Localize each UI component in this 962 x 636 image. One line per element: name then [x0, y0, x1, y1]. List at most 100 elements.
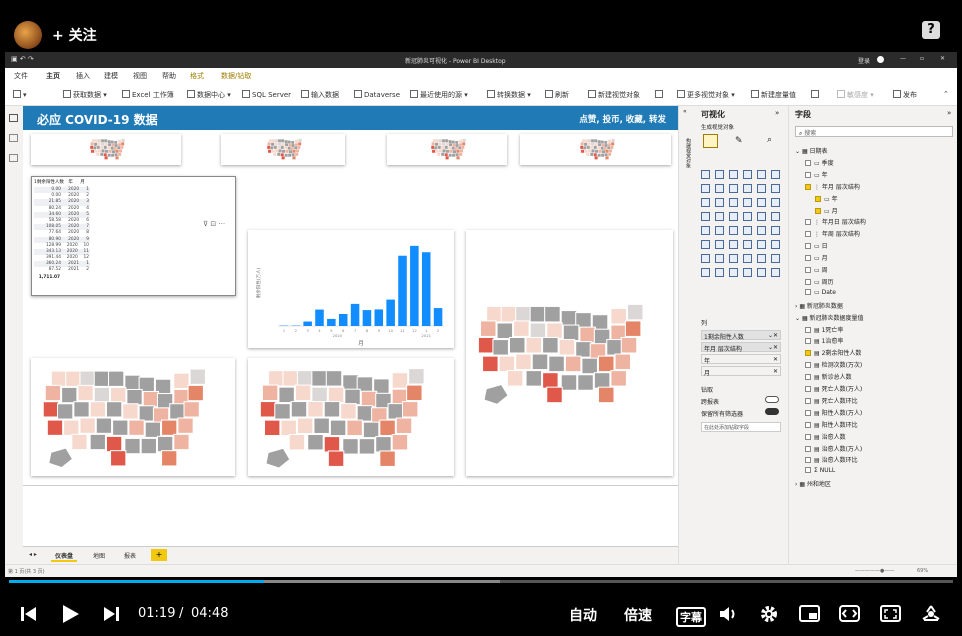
state-region[interactable] [408, 368, 425, 385]
state-region[interactable] [525, 336, 543, 354]
data-view-icon[interactable] [9, 134, 18, 142]
tab-map[interactable]: 地图 [93, 551, 105, 560]
new-measure-button[interactable]: 新建度量值 [751, 90, 796, 100]
data-hub-button[interactable]: 数据中心 ▾ [187, 90, 231, 100]
state-region[interactable] [560, 374, 578, 391]
state-region[interactable] [44, 384, 62, 402]
state-region[interactable] [548, 355, 565, 373]
state-region[interactable] [307, 433, 324, 451]
state-region[interactable] [606, 339, 623, 356]
state-region[interactable] [263, 419, 281, 437]
add-page-button[interactable]: + [151, 549, 167, 561]
state-region[interactable] [395, 417, 413, 434]
field-item[interactable]: ▭ 年 [815, 194, 838, 203]
state-region[interactable] [128, 419, 145, 436]
field-checkbox[interactable] [805, 350, 811, 357]
column-well-measure[interactable]: 1剩余阳性人数 ⌄✕ [701, 330, 781, 341]
state-region[interactable] [387, 403, 405, 420]
field-checkbox[interactable] [805, 288, 811, 295]
visual-type-icon[interactable] [757, 254, 766, 263]
menu-insert[interactable]: 插入 [76, 71, 90, 81]
collapse-pane-icon[interactable]: « [683, 108, 687, 115]
visual-type-icon[interactable] [757, 170, 766, 179]
state-region[interactable] [323, 401, 341, 418]
keep-filters-toggle[interactable] [765, 408, 779, 415]
state-region[interactable] [597, 355, 615, 373]
visual-type-icon[interactable] [701, 240, 710, 249]
state-region[interactable] [401, 401, 419, 418]
state-region[interactable] [379, 450, 396, 467]
field-checkbox[interactable] [815, 195, 821, 202]
state-region[interactable] [282, 370, 299, 387]
bar[interactable] [386, 299, 395, 326]
bar[interactable] [374, 309, 384, 326]
state-region[interactable] [280, 419, 297, 437]
bar[interactable] [327, 318, 336, 326]
field-checkbox[interactable] [805, 409, 811, 416]
state-region[interactable] [161, 450, 178, 467]
format-paint-icon[interactable]: ✎ [735, 136, 743, 146]
state-region[interactable] [105, 435, 123, 453]
field-table-item[interactable]: ⌄ ▦ 日期表 [795, 146, 828, 155]
visual-type-icon[interactable] [701, 184, 710, 193]
visual-type-icon[interactable] [771, 240, 780, 249]
menu-view[interactable]: 视图 [133, 71, 147, 81]
state-region[interactable] [61, 386, 78, 404]
visual-type-icon[interactable] [701, 198, 710, 207]
state-region[interactable] [564, 355, 582, 373]
visual-type-icon[interactable] [757, 212, 766, 221]
field-checkbox[interactable] [805, 338, 811, 345]
subtitle-button[interactable]: 字幕 [676, 607, 706, 627]
visual-type-icon[interactable] [743, 226, 752, 235]
state-region[interactable] [290, 401, 308, 418]
visual-type-icon[interactable] [771, 226, 780, 235]
visual-type-icon[interactable] [757, 198, 766, 207]
state-region[interactable] [597, 386, 615, 404]
visual-type-icon[interactable] [715, 240, 724, 249]
volume-icon[interactable] [719, 605, 739, 623]
state-region[interactable] [93, 386, 111, 404]
field-item[interactable]: ▤ 死亡人数(万人) [805, 384, 862, 393]
state-region[interactable] [391, 372, 409, 389]
state-region[interactable] [288, 433, 306, 451]
table-row[interactable]: 87.52 2021 2 [34, 267, 90, 274]
field-item[interactable]: ▭ 月 [815, 206, 838, 215]
state-region[interactable] [124, 437, 141, 455]
state-region[interactable] [294, 384, 312, 402]
visual-type-icon[interactable] [715, 184, 724, 193]
field-checkbox[interactable] [805, 374, 811, 381]
close-button[interactable]: ✕ [940, 55, 945, 62]
alaska-region[interactable] [484, 385, 508, 404]
state-region[interactable] [327, 450, 345, 467]
state-region[interactable] [71, 433, 88, 451]
state-region[interactable] [311, 370, 328, 387]
visual-type-icon[interactable] [743, 198, 752, 207]
visual-type-icon[interactable] [771, 268, 780, 277]
field-checkbox[interactable] [805, 231, 811, 238]
field-table-item[interactable]: ⌄ ▦ 新冠肺炎数据度量值 [795, 313, 864, 322]
state-region[interactable] [296, 417, 314, 434]
state-region[interactable] [46, 419, 64, 436]
state-region[interactable] [122, 403, 139, 420]
state-region[interactable] [546, 322, 563, 340]
state-region[interactable] [307, 401, 324, 418]
state-region[interactable] [560, 310, 578, 327]
state-region[interactable] [344, 388, 361, 406]
field-checkbox[interactable] [815, 207, 821, 214]
visual-type-icon[interactable] [729, 240, 738, 249]
visual-type-icon[interactable] [771, 212, 780, 221]
state-region[interactable] [486, 305, 503, 323]
state-region[interactable] [161, 419, 178, 436]
menu-format[interactable]: 格式 [190, 71, 204, 81]
state-region[interactable] [95, 417, 113, 434]
widescreen-icon[interactable] [839, 605, 861, 623]
field-item[interactable]: ▤ 新诊总人数 [805, 372, 852, 381]
build-visual-tab[interactable]: 构建视觉对象 [683, 138, 691, 168]
visual-type-icon[interactable] [743, 240, 752, 249]
field-checkbox[interactable] [805, 255, 811, 262]
state-region[interactable] [110, 386, 127, 404]
state-region[interactable] [614, 353, 632, 371]
state-region[interactable] [506, 370, 524, 387]
settings-icon[interactable] [759, 604, 779, 624]
field-checkbox[interactable] [805, 467, 811, 474]
